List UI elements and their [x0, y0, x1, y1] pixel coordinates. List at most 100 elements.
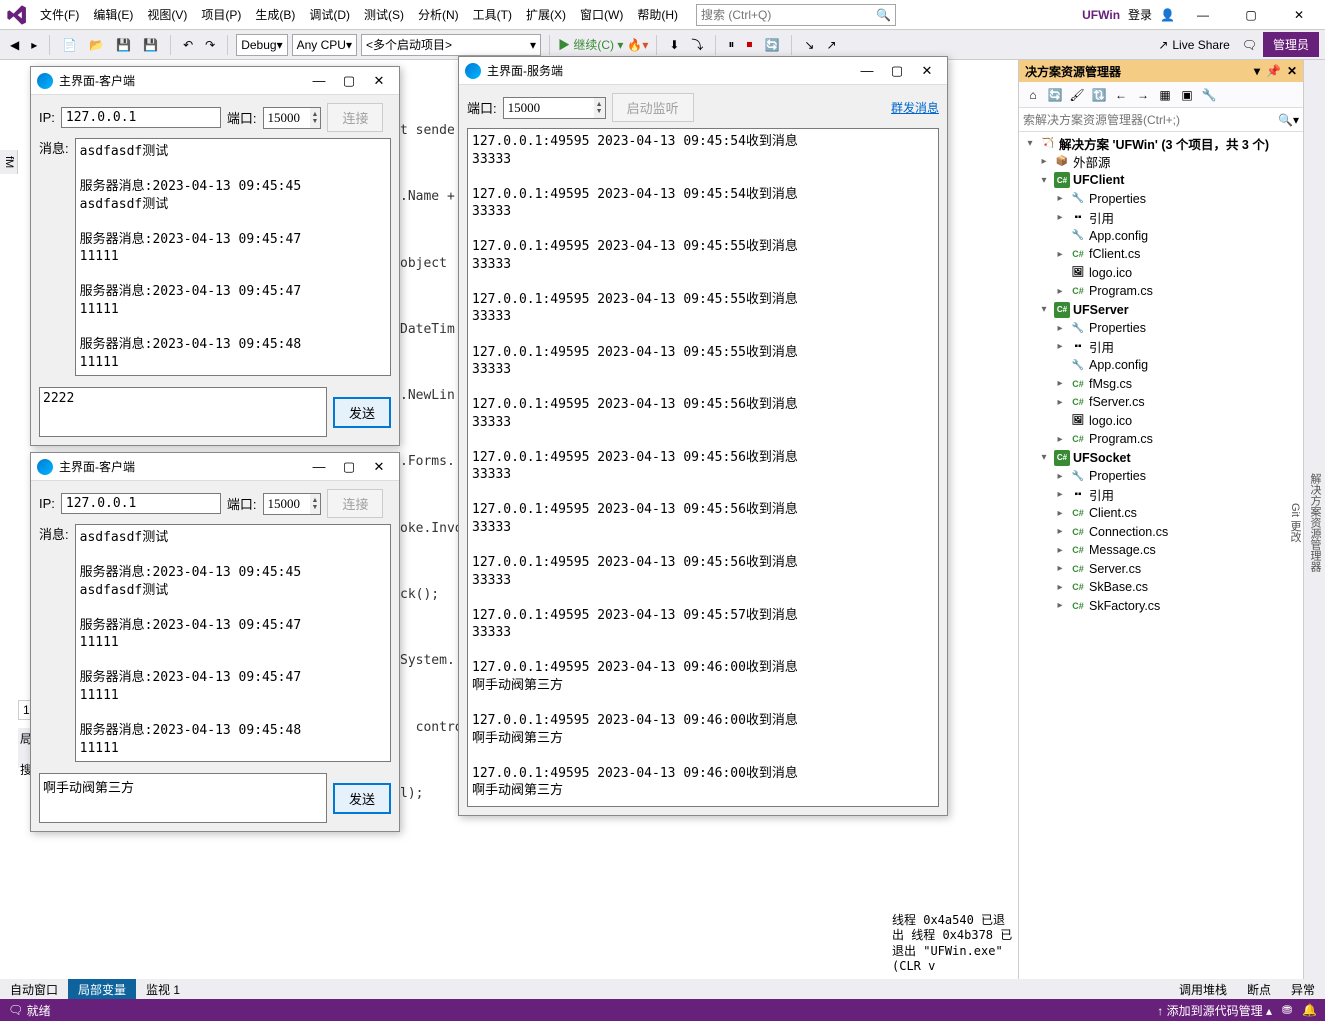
refresh-icon[interactable]: 🔃: [1089, 85, 1109, 105]
undo-icon[interactable]: ↶: [179, 36, 197, 54]
tree-item[interactable]: ▸C#Server.cs: [1019, 560, 1303, 579]
global-search-input[interactable]: [701, 8, 876, 22]
step-icon[interactable]: ⬇: [665, 36, 683, 54]
server-log[interactable]: 127.0.0.1:49595 2023-04-13 09:45:54收到消息 …: [467, 128, 939, 807]
feedback-icon[interactable]: 🗨: [1242, 38, 1257, 52]
connect-button[interactable]: 连接: [327, 103, 383, 132]
close-icon[interactable]: ✕: [913, 60, 941, 82]
save-all-icon[interactable]: 💾: [139, 36, 162, 54]
bottom-tab[interactable]: 调用堆栈: [1169, 979, 1237, 1000]
redo-icon[interactable]: ↷: [201, 36, 219, 54]
startup-combo[interactable]: <多个启动项目> ▾: [361, 34, 541, 56]
tree-item[interactable]: ▸C#fMsg.cs: [1019, 375, 1303, 394]
bottom-tab[interactable]: 监视 1: [136, 979, 190, 1000]
maximize-icon[interactable]: ▢: [883, 60, 911, 82]
continue-button[interactable]: ▶ 继续(C) ▾: [558, 36, 623, 53]
tree-item[interactable]: ▸C#Program.cs: [1019, 430, 1303, 449]
port-input[interactable]: [264, 494, 310, 514]
maximize-button[interactable]: ▢: [1231, 1, 1271, 29]
port-spinner[interactable]: ▲▼: [503, 97, 606, 119]
tree-item[interactable]: ▸C#SkBase.cs: [1019, 578, 1303, 597]
step-into-icon[interactable]: ↘: [800, 36, 818, 54]
broadcast-link[interactable]: 群发消息: [891, 99, 939, 116]
message-log[interactable]: asdfasdf测试 服务器消息:2023-04-13 09:45:45 asd…: [75, 138, 391, 376]
sln-search[interactable]: 🔍▾: [1019, 108, 1303, 132]
tree-item[interactable]: ▸🔧Properties: [1019, 467, 1303, 486]
minimize-icon[interactable]: —: [853, 60, 881, 82]
ip-input[interactable]: [61, 107, 221, 128]
sln-search-input[interactable]: [1023, 113, 1278, 127]
brush-icon[interactable]: 🖌: [1067, 85, 1087, 105]
port-spinner[interactable]: ▲▼: [263, 493, 322, 515]
repo-icon[interactable]: ⛃: [1282, 1003, 1292, 1017]
menu-item[interactable]: 测试(S): [358, 2, 410, 27]
menu-item[interactable]: 文件(F): [34, 2, 85, 27]
tree-item[interactable]: ▸🔧Properties: [1019, 190, 1303, 209]
port-input[interactable]: [264, 108, 310, 128]
menu-item[interactable]: 编辑(E): [87, 2, 139, 27]
stop-icon[interactable]: ⏹: [742, 35, 756, 54]
menu-item[interactable]: 帮助(H): [631, 2, 684, 27]
menu-item[interactable]: 扩展(X): [520, 2, 572, 27]
tree-item[interactable]: ▸C#Message.cs: [1019, 541, 1303, 560]
tree-item[interactable]: ▸C#fClient.cs: [1019, 245, 1303, 264]
config-combo[interactable]: Debug ▾: [236, 34, 287, 56]
global-search[interactable]: 🔍: [696, 4, 896, 26]
add-to-source-control[interactable]: ↑ 添加到源代码管理 ▴: [1157, 1002, 1272, 1019]
send-button[interactable]: 发送: [333, 783, 391, 814]
menu-item[interactable]: 视图(V): [141, 2, 193, 27]
back-icon[interactable]: ←: [1111, 85, 1131, 105]
nav-fwd-icon[interactable]: ▸: [27, 36, 41, 54]
message-log[interactable]: asdfasdf测试 服务器消息:2023-04-13 09:45:45 asd…: [75, 524, 391, 762]
close-button[interactable]: ✕: [1279, 1, 1319, 29]
nav-back-icon[interactable]: ◀: [6, 36, 23, 54]
props-icon[interactable]: 🔧: [1199, 85, 1219, 105]
send-button[interactable]: 发送: [333, 397, 391, 428]
fwd-icon[interactable]: →: [1133, 85, 1153, 105]
menu-item[interactable]: 窗口(W): [574, 2, 629, 27]
tree-item[interactable]: ▸▪▪引用: [1019, 338, 1303, 357]
minimize-icon[interactable]: —: [305, 456, 333, 478]
minimize-icon[interactable]: —: [305, 70, 333, 92]
step-out-icon[interactable]: ↗: [822, 36, 840, 54]
solution-tree[interactable]: ▾🏹解决方案 'UFWin' (3 个项目，共 3 个)▸📦外部源▾C#UFCl…: [1019, 132, 1303, 979]
show-all-icon[interactable]: ▦: [1155, 85, 1175, 105]
right-tab-strip[interactable]: 解决方案资源管理器Git 更改: [1303, 60, 1325, 979]
message-input[interactable]: 啊手动阀第三方: [39, 773, 327, 823]
close-icon[interactable]: ✕: [365, 456, 393, 478]
home-icon[interactable]: ⌂: [1023, 85, 1043, 105]
connect-button[interactable]: 连接: [327, 489, 383, 518]
close-icon[interactable]: ✕: [365, 70, 393, 92]
tree-item[interactable]: ▸🔧Properties: [1019, 319, 1303, 338]
login-link[interactable]: 登录: [1128, 6, 1152, 23]
menu-item[interactable]: 分析(N): [412, 2, 465, 27]
live-share-button[interactable]: ↗ Live Share: [1152, 36, 1235, 54]
hot-reload-icon[interactable]: 🔥▾: [627, 38, 648, 52]
pin2-icon[interactable]: 📌: [1266, 64, 1281, 78]
port-input[interactable]: [504, 98, 594, 118]
tree-item[interactable]: ▸C#Connection.cs: [1019, 523, 1303, 542]
user-icon[interactable]: 👤: [1160, 8, 1175, 22]
menu-item[interactable]: 项目(P): [195, 2, 247, 27]
new-icon[interactable]: 📄: [58, 36, 81, 54]
sync-icon[interactable]: 🔄: [1045, 85, 1065, 105]
restart-icon[interactable]: 🔄: [760, 36, 783, 54]
menu-item[interactable]: 生成(B): [249, 2, 301, 27]
tree-item[interactable]: 🖼logo.ico: [1019, 264, 1303, 283]
platform-combo[interactable]: Any CPU ▾: [292, 34, 357, 56]
tree-item[interactable]: 🖼logo.ico: [1019, 412, 1303, 431]
start-listen-button[interactable]: 启动监听: [612, 93, 694, 122]
open-icon[interactable]: 📂: [85, 36, 108, 54]
step-over-icon[interactable]: ⤵: [687, 34, 707, 55]
tree-item[interactable]: 🔧App.config: [1019, 227, 1303, 246]
menu-item[interactable]: 调试(D): [303, 2, 356, 27]
side-tab[interactable]: Git 更改: [1285, 66, 1305, 979]
collapse-icon[interactable]: ▣: [1177, 85, 1197, 105]
maximize-icon[interactable]: ▢: [335, 70, 363, 92]
pause-icon[interactable]: ⏸: [724, 35, 738, 54]
pin-icon[interactable]: ▾: [1254, 64, 1260, 78]
menu-item[interactable]: 工具(T): [467, 2, 518, 27]
message-input[interactable]: 2222: [39, 387, 327, 437]
tree-item[interactable]: ▸C#SkFactory.cs: [1019, 597, 1303, 616]
save-icon[interactable]: 💾: [112, 36, 135, 54]
